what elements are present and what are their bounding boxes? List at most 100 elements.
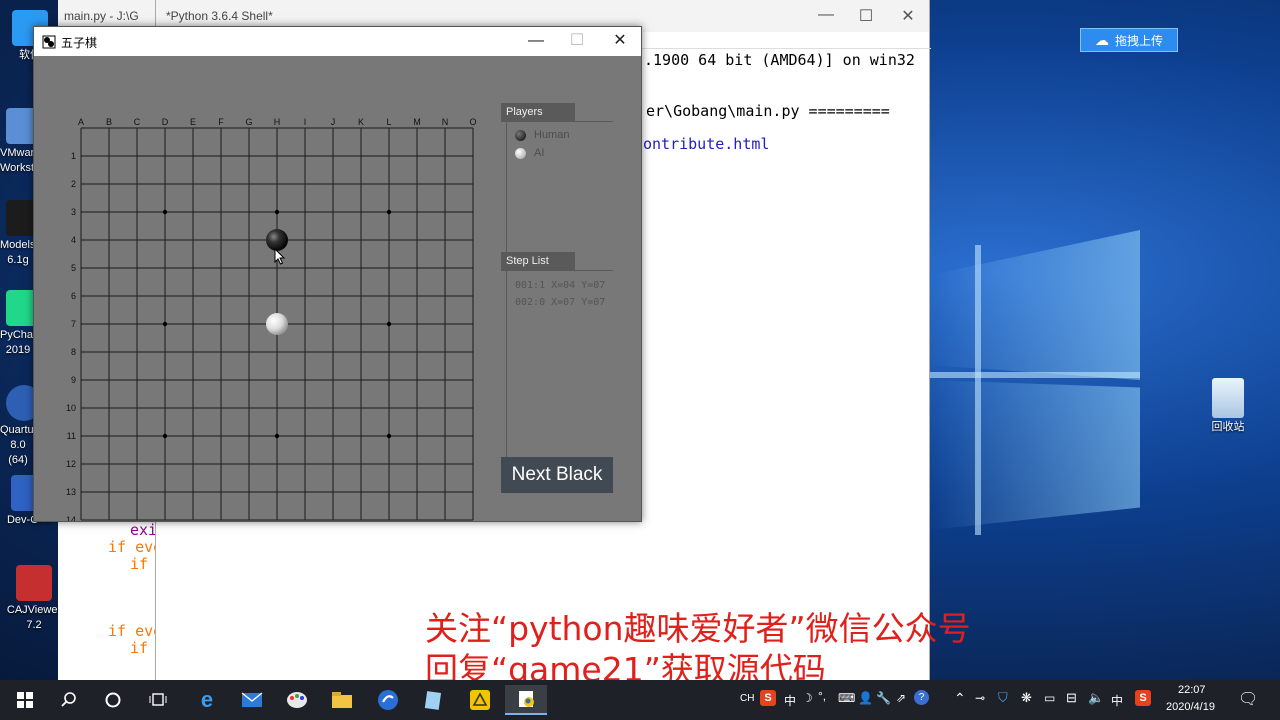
column-label: B — [106, 117, 112, 127]
column-label: J — [331, 117, 336, 127]
steplist-panel-border — [506, 271, 507, 457]
desktop-icon-label: Quartus 8.0 (64) — [0, 424, 36, 466]
minimize-icon[interactable]: — — [814, 6, 838, 24]
notepad-icon[interactable] — [412, 685, 454, 715]
row-label: 14 — [66, 515, 76, 521]
desktop-icon-label: Modelsim 6.1g — [0, 239, 36, 266]
shell-tab-title[interactable]: *Python 3.6.4 Shell* — [166, 9, 273, 23]
chevron-up-icon[interactable]: ⌃ — [954, 690, 966, 707]
punctuation-icon[interactable]: °, — [818, 689, 826, 703]
shield-icon[interactable]: ⛉ — [998, 690, 1008, 706]
taskbar: e CH S 中 ☽ °, ⌨ 👤 🔧 ⇗ ? ⌃ ⊸ ⛉ ❋ ▭ ⊟ 🔈 中 … — [0, 680, 1280, 720]
notification-icon[interactable]: 🗨 — [1238, 689, 1258, 709]
row-label: 5 — [71, 263, 76, 273]
shell-output-link[interactable]: ontribute.html — [643, 135, 769, 153]
column-label: D — [162, 117, 169, 127]
sogou-browser-icon[interactable] — [367, 685, 409, 715]
star-point — [274, 433, 280, 439]
wrench-icon[interactable]: 🔧 — [876, 691, 891, 705]
desktop-icon-label: VMware Workstation — [0, 147, 36, 174]
edge-icon[interactable]: e — [186, 685, 228, 715]
sogou-tray-icon[interactable]: S — [1135, 690, 1151, 706]
network-icon[interactable]: ⊟ — [1066, 690, 1077, 706]
task-view-icon[interactable] — [137, 685, 179, 715]
user-icon[interactable]: 👤 — [858, 691, 873, 705]
column-label: M — [413, 117, 421, 127]
search-icon[interactable] — [48, 685, 90, 715]
column-label: F — [218, 117, 224, 127]
row-label: 11 — [67, 431, 76, 441]
row-label: 6 — [71, 291, 76, 301]
battery-icon[interactable]: ▭ — [1044, 691, 1055, 705]
shell-output-line: er\Gobang\main.py ========= — [646, 102, 890, 120]
external-link-icon[interactable]: ⇗ — [896, 691, 906, 705]
folder-icon[interactable] — [321, 685, 363, 715]
cajviewer-icon — [16, 565, 52, 601]
sogou-ime-icon[interactable]: S — [760, 690, 776, 706]
column-label: G — [245, 117, 252, 127]
wallpaper-frame — [975, 245, 981, 535]
clock-time[interactable]: 22:07 — [1178, 684, 1206, 696]
paw-icon[interactable]: ❋ — [1021, 690, 1032, 706]
volume-icon[interactable]: 🔈 — [1088, 690, 1104, 706]
star-point — [386, 209, 392, 215]
desktop-icon-cajviewer[interactable]: CAJViewer 7.2 — [4, 565, 64, 633]
windows-start-icon[interactable] — [4, 685, 46, 715]
black-stone-icon — [515, 129, 526, 141]
keyboard-icon[interactable]: ⌨ — [838, 691, 855, 705]
cortana-icon[interactable] — [92, 685, 134, 715]
tray-app-icon[interactable]: ⊸ — [975, 691, 985, 705]
row-label: 10 — [66, 403, 76, 413]
row-label: 8 — [71, 347, 76, 357]
close-icon[interactable]: ✕ — [896, 6, 920, 26]
ime-language-indicator[interactable]: 中 — [1111, 692, 1123, 709]
star-point — [162, 433, 168, 439]
player-option-ai[interactable]: AI — [515, 147, 544, 159]
row-label: 4 — [71, 235, 76, 245]
maximize-icon[interactable]: ☐ — [854, 6, 878, 26]
star-point — [386, 321, 392, 327]
python-icon[interactable] — [505, 685, 547, 715]
next-turn-button[interactable]: Next Black — [501, 457, 613, 493]
player-name: Human — [534, 129, 570, 141]
black-stone — [266, 229, 288, 251]
player-option-human[interactable]: Human — [515, 129, 569, 141]
moon-icon[interactable]: ☽ — [802, 691, 813, 705]
step-list-item: 002:0 X=07 Y=07 — [515, 297, 606, 308]
row-label: 9 — [71, 375, 76, 385]
players-header: Players — [501, 103, 575, 122]
desktop-icon-label: 回收站 — [1211, 421, 1245, 433]
mail-icon[interactable] — [231, 685, 273, 715]
code-line: exi — [130, 521, 158, 539]
wallpaper-light-pane — [930, 230, 1140, 380]
warning-app-icon[interactable] — [459, 685, 501, 715]
column-label: K — [358, 117, 364, 127]
player-name: AI — [534, 147, 545, 159]
desktop-icon-recycle-bin[interactable]: 回收站 — [1198, 378, 1258, 435]
close-icon[interactable]: ✕ — [600, 29, 640, 53]
help-icon[interactable]: ? — [914, 690, 929, 705]
row-label: 1 — [71, 151, 76, 161]
gobang-window[interactable]: 五子棋 — ☐ ✕ A B C D E F G H I J K L M N O 1 2 3 4 5 6 7 8 9 10 11 12… — [33, 26, 642, 522]
palette-icon[interactable] — [276, 685, 318, 715]
editor-tab-title[interactable]: main.py - J:\G — [64, 9, 139, 23]
minimize-icon[interactable]: — — [516, 29, 556, 53]
column-label: A — [78, 117, 84, 127]
column-label: H — [274, 117, 281, 127]
wallpaper-frame — [930, 372, 1140, 378]
maximize-icon: ☐ — [569, 32, 585, 49]
drag-upload-button[interactable]: ☁ 拖拽上传 — [1080, 28, 1178, 52]
star-point — [386, 433, 392, 439]
column-label: C — [134, 117, 141, 127]
column-label: L — [386, 117, 391, 127]
ime-mode-indicator[interactable]: 中 — [784, 692, 796, 709]
ime-ch-indicator[interactable]: CH — [740, 693, 754, 704]
desktop-icon-label: CAJViewer 7.2 — [6, 604, 62, 631]
row-label: 3 — [71, 207, 76, 217]
gobang-titlebar[interactable]: 五子棋 — ☐ ✕ — [34, 27, 641, 56]
shell-output-line: .1900 64 bit (AMD64)] on win32 — [644, 51, 915, 69]
clock-date[interactable]: 2020/4/19 — [1166, 701, 1215, 713]
wallpaper-light-pane — [930, 380, 1140, 530]
step-list-item: 001:1 X=04 Y=07 — [515, 280, 606, 291]
gobang-app-icon — [42, 35, 56, 49]
